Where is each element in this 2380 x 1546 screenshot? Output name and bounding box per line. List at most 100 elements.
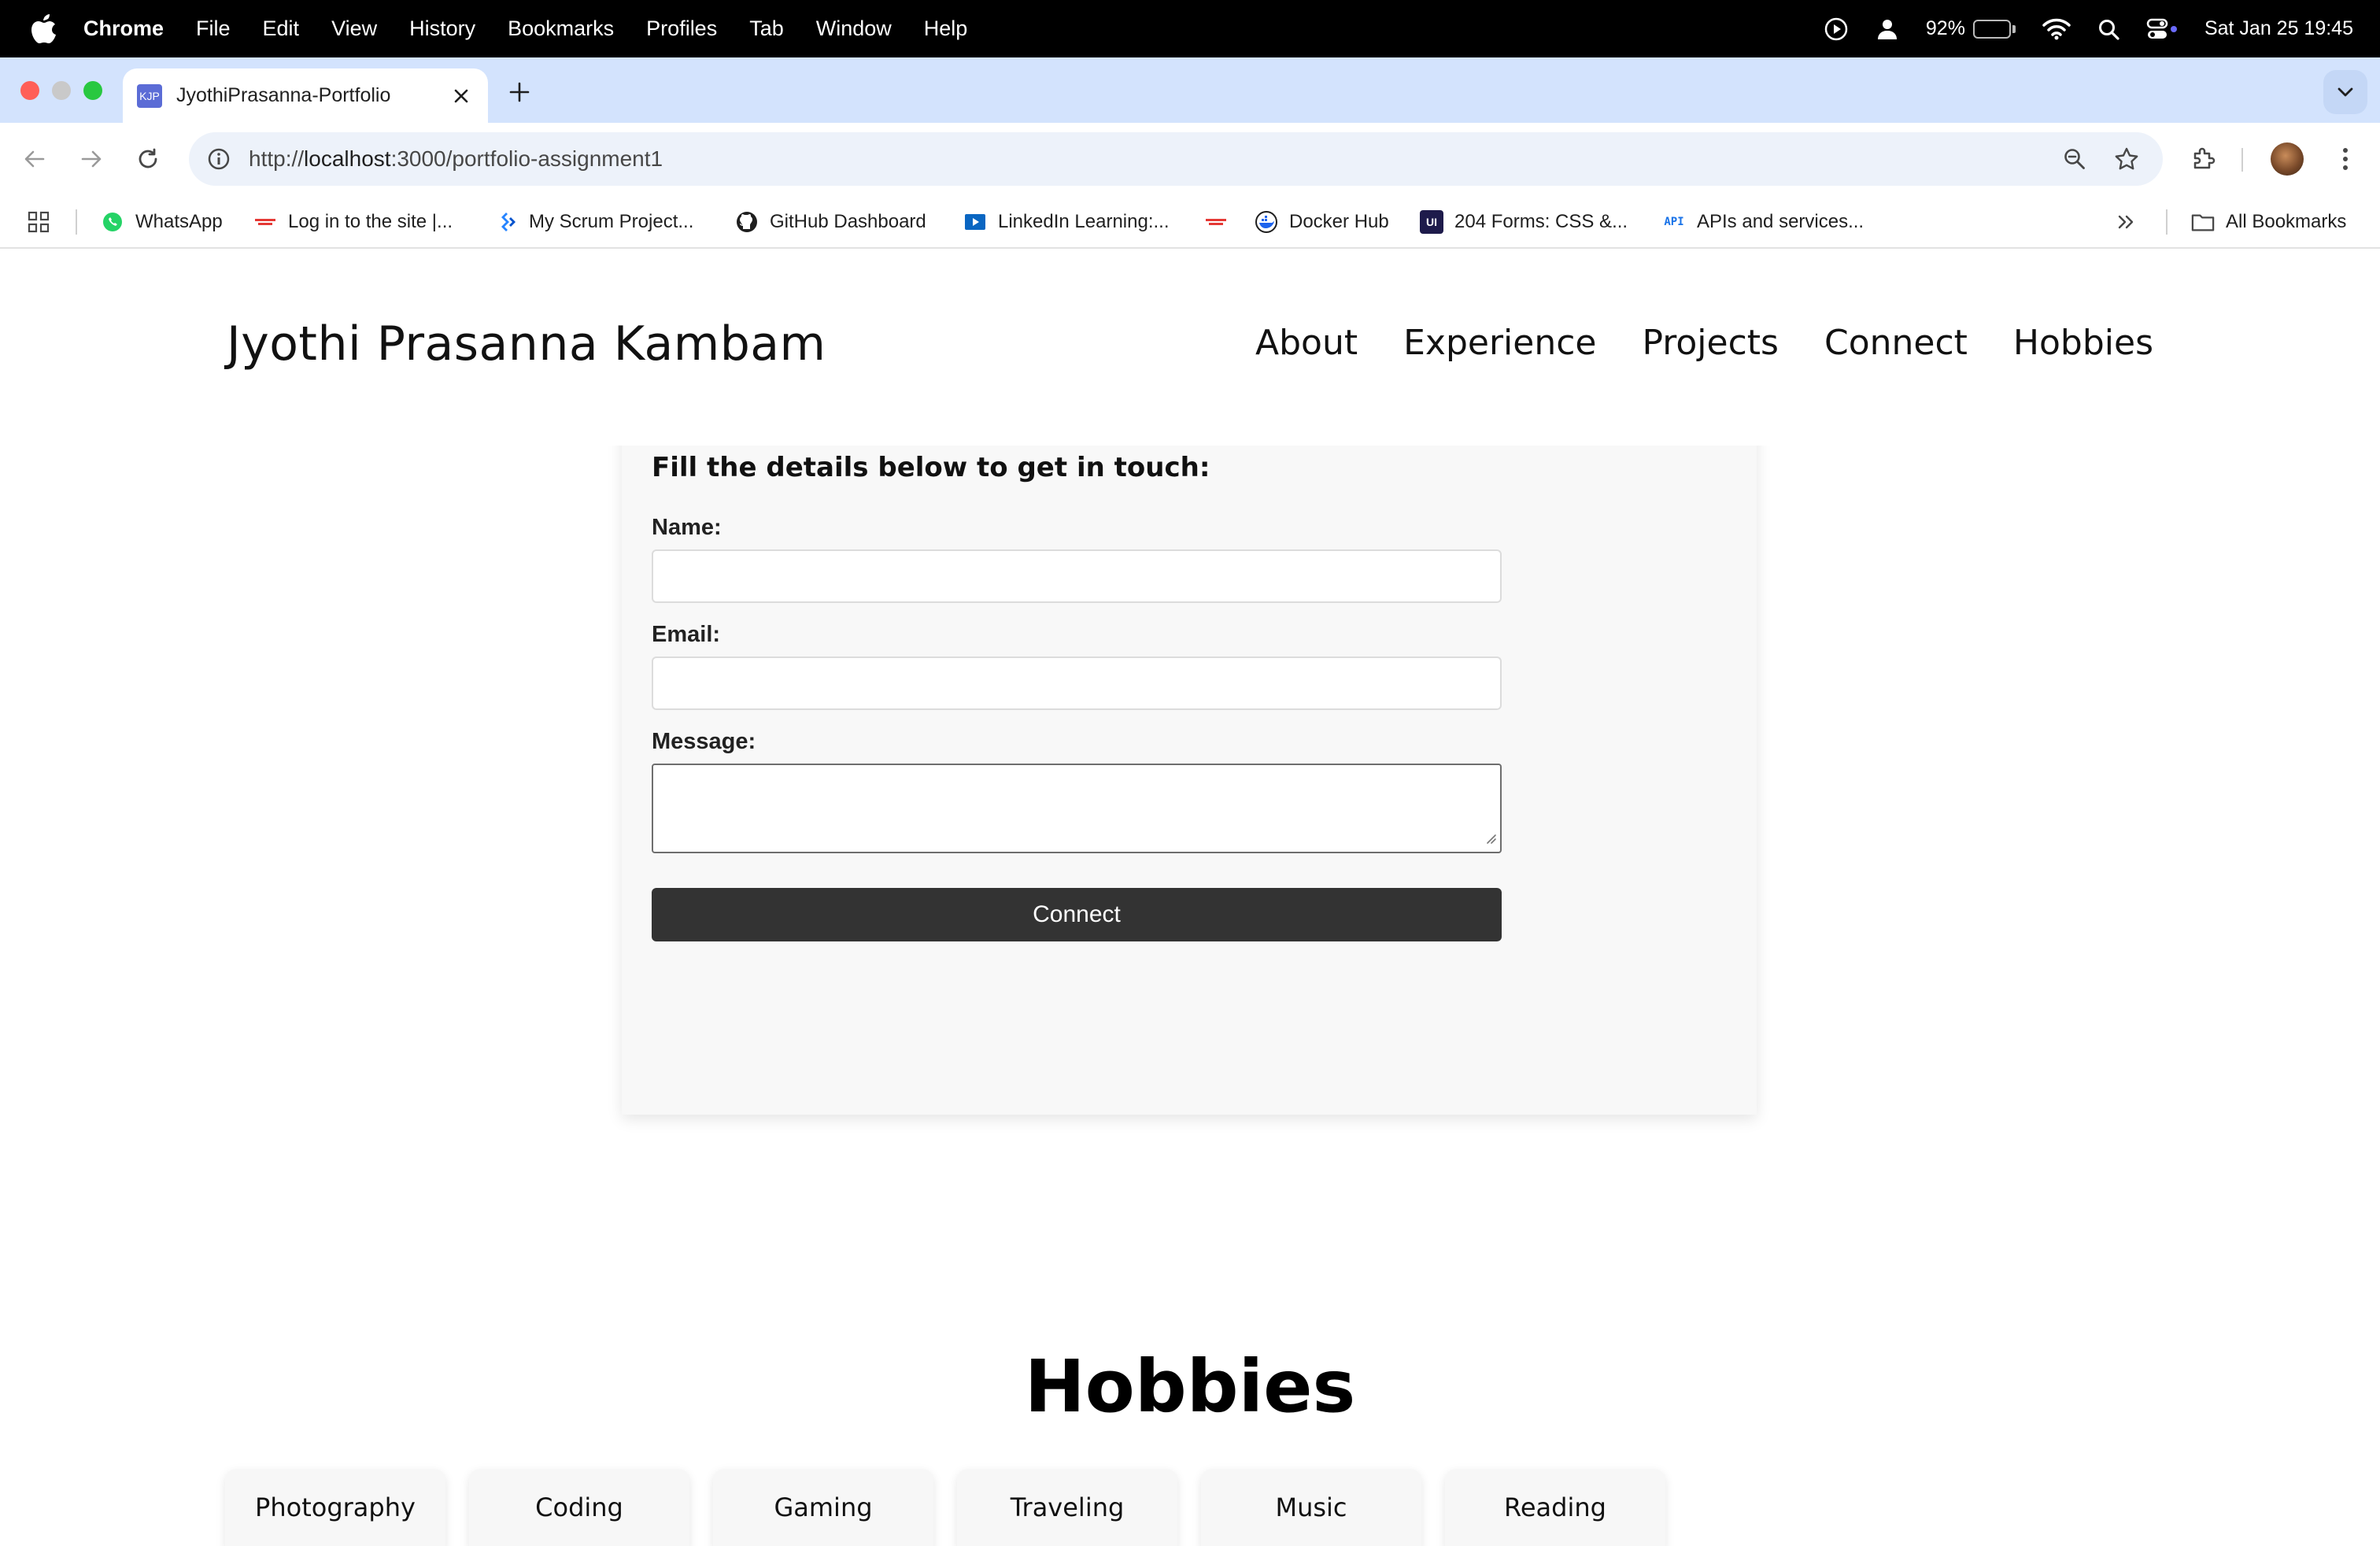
name-input[interactable] <box>652 549 1502 603</box>
bookmark-whatsapp[interactable]: WhatsApp <box>101 206 223 238</box>
email-input[interactable] <box>652 656 1502 710</box>
zoom-icon[interactable] <box>2059 143 2090 175</box>
bookmark-apis-services[interactable]: API APIs and services... <box>1662 206 1864 238</box>
red-logo-icon <box>1204 210 1228 234</box>
bookmark-docker-hub[interactable]: Docker Hub <box>1255 206 1389 238</box>
contact-card <box>622 392 1757 1115</box>
bookmark-red-logo[interactable] <box>1204 206 1239 238</box>
menu-edit[interactable]: Edit <box>263 17 300 41</box>
menu-bookmarks[interactable]: Bookmarks <box>508 17 614 41</box>
whatsapp-icon <box>101 210 124 234</box>
site-favicon: KJP <box>137 83 162 108</box>
forward-arrow-icon[interactable] <box>76 143 107 175</box>
bookmark-label: GitHub Dashboard <box>770 211 926 232</box>
bookmark-github-dashboard[interactable]: GitHub Dashboard <box>735 206 926 238</box>
name-label: Name: <box>652 515 722 540</box>
apps-grid-icon[interactable] <box>27 206 50 238</box>
nav-connect[interactable]: Connect <box>1824 323 1968 363</box>
all-bookmarks-label: All Bookmarks <box>2226 211 2347 232</box>
textarea-resize-handle-icon[interactable] <box>1484 832 1497 849</box>
profile-avatar[interactable] <box>2268 140 2306 178</box>
menu-tab[interactable]: Tab <box>749 17 784 41</box>
extensions-puzzle-icon[interactable] <box>2185 140 2223 178</box>
bookmark-my-scrum-project[interactable]: My Scrum Project... <box>494 206 693 238</box>
site-name[interactable]: Jyothi Prasanna Kambam <box>227 316 826 372</box>
all-bookmarks-button[interactable]: All Bookmarks <box>2191 206 2346 238</box>
jira-icon <box>494 210 518 234</box>
nav-about[interactable]: About <box>1255 323 1358 363</box>
menu-history[interactable]: History <box>409 17 475 41</box>
folder-icon <box>2191 210 2215 234</box>
bookmark-label: APIs and services... <box>1697 211 1864 232</box>
avatar-image <box>2271 142 2304 176</box>
url-text[interactable]: http://localhost:3000/portfolio-assignme… <box>249 146 2059 172</box>
apple-icon[interactable] <box>28 13 60 45</box>
zoom-window-button[interactable] <box>83 81 102 100</box>
tab-search-chevron-icon[interactable] <box>2323 70 2367 114</box>
bookmark-linkedin-learning[interactable]: LinkedIn Learning:... <box>963 206 1170 238</box>
bookmark-label: LinkedIn Learning:... <box>998 211 1170 232</box>
more-bookmarks-chevron-icon[interactable] <box>2116 206 2138 238</box>
hobby-card-reading[interactable]: Reading <box>1445 1469 1665 1546</box>
bookmarks-divider <box>2166 209 2168 235</box>
message-textarea[interactable] <box>652 764 1502 853</box>
control-center-icon[interactable] <box>2146 17 2178 41</box>
form-title: Fill the details below to get in touch: <box>652 452 1210 483</box>
user-icon[interactable] <box>1876 17 1899 41</box>
chrome-menu-kebab-icon[interactable] <box>2326 140 2364 178</box>
battery-icon[interactable] <box>1972 19 2016 39</box>
tab-portfolio[interactable]: KJP JyothiPrasanna-Portfolio <box>123 68 488 123</box>
close-window-button[interactable] <box>20 81 39 100</box>
menubar-status-area: 92% Sat Jan 25 19:45 <box>1797 0 2353 57</box>
address-bar[interactable]: http://localhost:3000/portfolio-assignme… <box>189 132 2163 186</box>
nav-experience[interactable]: Experience <box>1403 323 1596 363</box>
hobby-card-photography[interactable]: Photography <box>225 1469 445 1546</box>
site-info-icon[interactable] <box>203 143 235 175</box>
new-tab-icon[interactable] <box>504 76 535 108</box>
hobby-card-gaming[interactable]: Gaming <box>713 1469 933 1546</box>
battery-percent: 92% <box>1925 17 1965 39</box>
docker-icon <box>1255 210 1278 234</box>
nav-hobbies[interactable]: Hobbies <box>2013 323 2153 363</box>
bookmark-204-forms[interactable]: UI 204 Forms: CSS &... <box>1420 206 1628 238</box>
toolbar-divider <box>2241 148 2243 172</box>
bookmarks-bar: WhatsApp Log in to the site |... My Scru… <box>0 195 2380 249</box>
hobby-card-music[interactable]: Music <box>1201 1469 1421 1546</box>
nav-projects[interactable]: Projects <box>1643 323 1779 363</box>
hobby-card-traveling[interactable]: Traveling <box>957 1469 1177 1546</box>
close-tab-icon[interactable] <box>445 80 477 112</box>
menu-window[interactable]: Window <box>816 17 892 41</box>
bookmark-login-site[interactable]: Log in to the site |... <box>253 206 453 238</box>
url-path: :3000/portfolio-assignment1 <box>390 146 663 171</box>
bookmarks-divider <box>76 209 77 235</box>
bookmark-label: WhatsApp <box>135 211 223 232</box>
url-host: localhost <box>304 146 391 171</box>
macos-menu-bar: Chrome File Edit View History Bookmarks … <box>0 0 2380 57</box>
menu-profiles[interactable]: Profiles <box>646 17 717 41</box>
browser-toolbar: http://localhost:3000/portfolio-assignme… <box>0 123 2380 195</box>
back-arrow-icon[interactable] <box>19 143 50 175</box>
site-nav: About Experience Projects Connect Hobbie… <box>1210 323 2153 363</box>
bookmark-label: 204 Forms: CSS &... <box>1454 211 1628 232</box>
menubar-datetime[interactable]: Sat Jan 25 19:45 <box>2204 17 2353 40</box>
tab-title: JyothiPrasanna-Portfolio <box>176 84 391 106</box>
connect-submit-button[interactable]: Connect <box>652 888 1502 941</box>
bookmark-label: Log in to the site |... <box>288 211 453 232</box>
site-header: Jyothi Prasanna Kambam About Experience … <box>0 250 2380 446</box>
menu-help[interactable]: Help <box>924 17 968 41</box>
media-play-icon[interactable] <box>1824 17 1849 42</box>
menu-file[interactable]: File <box>196 17 231 41</box>
bookmark-star-icon[interactable] <box>2111 143 2142 175</box>
hobby-card-coding[interactable]: Coding <box>469 1469 689 1546</box>
red-logo-icon <box>253 210 277 234</box>
reload-icon[interactable] <box>132 143 164 175</box>
minimize-window-button[interactable] <box>52 81 71 100</box>
url-scheme: http:// <box>249 146 305 171</box>
tab-strip: KJP JyothiPrasanna-Portfolio <box>0 57 2380 123</box>
wifi-icon[interactable] <box>2042 18 2071 40</box>
menu-app-chrome[interactable]: Chrome <box>83 17 164 41</box>
message-label: Message: <box>652 729 756 754</box>
menu-view[interactable]: View <box>331 17 377 41</box>
email-label: Email: <box>652 622 721 647</box>
spotlight-search-icon[interactable] <box>2097 18 2119 40</box>
